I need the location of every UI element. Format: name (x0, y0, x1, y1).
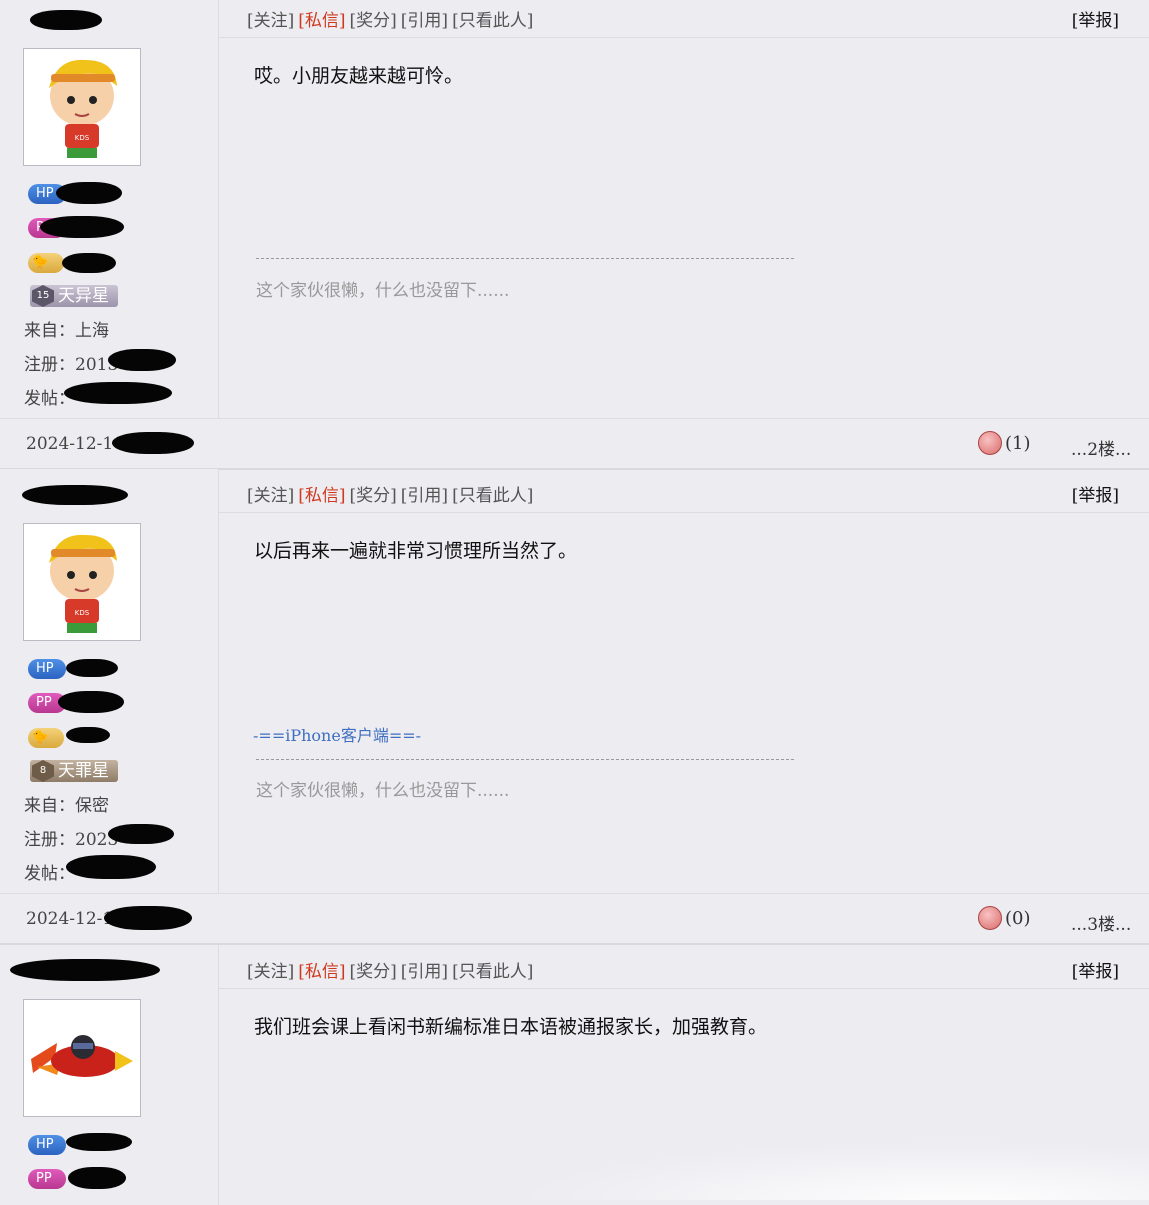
like-count: (1) (1005, 433, 1031, 454)
reg-label: 注册： (24, 355, 75, 375)
rank-title: 天罪星 (58, 761, 109, 781)
floor-number[interactable]: ...2楼... (1071, 435, 1131, 460)
redacted-username (22, 485, 128, 505)
quote-link[interactable]: [引用] (401, 962, 448, 982)
toolbar-divider (219, 37, 1149, 38)
redacted-time (112, 432, 194, 454)
follow-link[interactable]: [关注] (247, 486, 294, 506)
user-sidebar: KDS HP PP 🐤 8 天罪星 来自：保密 注册：2023 发帖： (0, 469, 219, 893)
from-value: 保密 (75, 796, 109, 816)
reward-link[interactable]: [奖分] (350, 11, 397, 31)
from-line: 来自：保密 (24, 791, 109, 816)
only-this-link[interactable]: [只看此人] (452, 11, 533, 31)
redacted-pp (68, 1167, 126, 1189)
avatar-boy-image: KDS (49, 59, 117, 158)
only-this-link[interactable]: [只看此人] (452, 962, 533, 982)
quote-link[interactable]: [引用] (401, 11, 448, 31)
hp-badge: HP (28, 659, 66, 679)
user-sidebar: HP PP (0, 945, 219, 1205)
redacted-reg (108, 824, 174, 844)
avatar[interactable] (23, 999, 141, 1117)
rank-number: 8 (32, 760, 54, 782)
post-content: 以后再来一遍就非常习惯理所当然了。 (254, 540, 578, 562)
from-label: 来自： (24, 796, 75, 816)
only-this-link[interactable]: [只看此人] (452, 486, 533, 506)
report-link[interactable]: [举报] (1072, 481, 1119, 506)
avatar[interactable]: KDS (23, 48, 141, 166)
reg-line: 注册：2023 (24, 825, 118, 850)
redacted-username (10, 959, 160, 981)
from-line: 来自：上海 (24, 316, 109, 341)
post-footer: 2024-12-16 (0) ...3楼... (0, 894, 1149, 945)
signature: 这个家伙很懒，什么也没留下...... (256, 281, 510, 301)
redacted-hp (56, 182, 122, 204)
redacted-username (30, 10, 102, 30)
rank-badge: 15 天异星 (30, 285, 118, 307)
redacted-posts (64, 382, 172, 404)
toolbar-divider (219, 512, 1149, 513)
reward-link[interactable]: [奖分] (350, 486, 397, 506)
hp-badge: HP (28, 1135, 66, 1155)
svg-text:KDS: KDS (75, 134, 90, 142)
post-floor-1: KDS HP PP 🐤 15 天异星 来自：上海 注册：2013 发帖： (0, 0, 1149, 470)
post-floor-2: KDS HP PP 🐤 8 天罪星 来自：保密 注册：2023 发帖： [关注]… (0, 469, 1149, 945)
floor-number[interactable]: ...3楼... (1071, 910, 1131, 935)
redacted-coins (62, 253, 116, 273)
redacted-posts (66, 855, 156, 879)
post-toolbar: [关注] [私信] [奖分] [引用] [只看此人] (247, 957, 537, 982)
svg-text:KDS: KDS (75, 609, 90, 617)
redacted-hp (66, 1133, 132, 1151)
toolbar-divider (219, 988, 1149, 989)
post-toolbar: [关注] [私信] [奖分] [引用] [只看此人] (247, 481, 537, 506)
reward-link[interactable]: [奖分] (350, 962, 397, 982)
rank-title: 天异星 (58, 286, 109, 306)
rank-badge: 8 天罪星 (30, 760, 118, 782)
redacted-time (104, 906, 192, 930)
signature-divider (256, 258, 794, 259)
post-main: [关注] [私信] [奖分] [引用] [只看此人] [举报] 哎。小朋友越来越可怜。 … (219, 0, 1149, 418)
message-link[interactable]: [私信] (298, 962, 345, 982)
redacted-reg (108, 349, 176, 371)
signature-divider (256, 759, 794, 760)
client-tag[interactable]: -==iPhone客户端==- (253, 722, 421, 746)
coin-badge: 🐤 (28, 728, 64, 748)
from-label: 来自： (24, 321, 75, 341)
follow-link[interactable]: [关注] (247, 962, 294, 982)
quote-link[interactable]: [引用] (401, 486, 448, 506)
message-link[interactable]: [私信] (298, 486, 345, 506)
rank-number: 15 (32, 285, 54, 307)
follow-link[interactable]: [关注] (247, 11, 294, 31)
like-icon[interactable] (978, 906, 1002, 930)
from-value: 上海 (75, 321, 109, 341)
post-toolbar: [关注] [私信] [奖分] [引用] [只看此人] (247, 6, 537, 31)
pp-badge: PP (28, 1169, 66, 1189)
redacted-coins (66, 727, 110, 743)
redacted-pp (58, 691, 124, 713)
reg-label: 注册： (24, 830, 75, 850)
report-link[interactable]: [举报] (1072, 957, 1119, 982)
post-main: [关注] [私信] [奖分] [引用] [只看此人] [举报] 以后再来一遍就非常习惯理… (219, 469, 1149, 893)
avatar[interactable]: KDS (23, 523, 141, 641)
post-date: 2024-12-16 (26, 434, 125, 454)
post-content: 哎。小朋友越来越可怜。 (254, 65, 464, 87)
avatar-boy-image: KDS (49, 534, 117, 633)
coin-badge: 🐤 (28, 253, 64, 273)
avatar-rocket-image (31, 1035, 133, 1077)
redacted-pp (40, 216, 124, 238)
reg-line: 注册：2013 (24, 350, 118, 375)
bottom-glare (509, 1140, 1149, 1200)
post-content: 我们班会课上看闲书新编标准日本语被通报家长，加强教育。 (254, 1016, 768, 1038)
message-link[interactable]: [私信] (298, 11, 345, 31)
redacted-hp (66, 659, 118, 677)
like-icon[interactable] (978, 431, 1002, 455)
report-link[interactable]: [举报] (1072, 6, 1119, 31)
user-sidebar: KDS HP PP 🐤 15 天异星 来自：上海 注册：2013 发帖： (0, 0, 219, 418)
signature: 这个家伙很懒，什么也没留下...... (256, 781, 510, 801)
like-count: (0) (1005, 908, 1031, 929)
post-footer: 2024-12-16 (1) ...2楼... (0, 419, 1149, 470)
